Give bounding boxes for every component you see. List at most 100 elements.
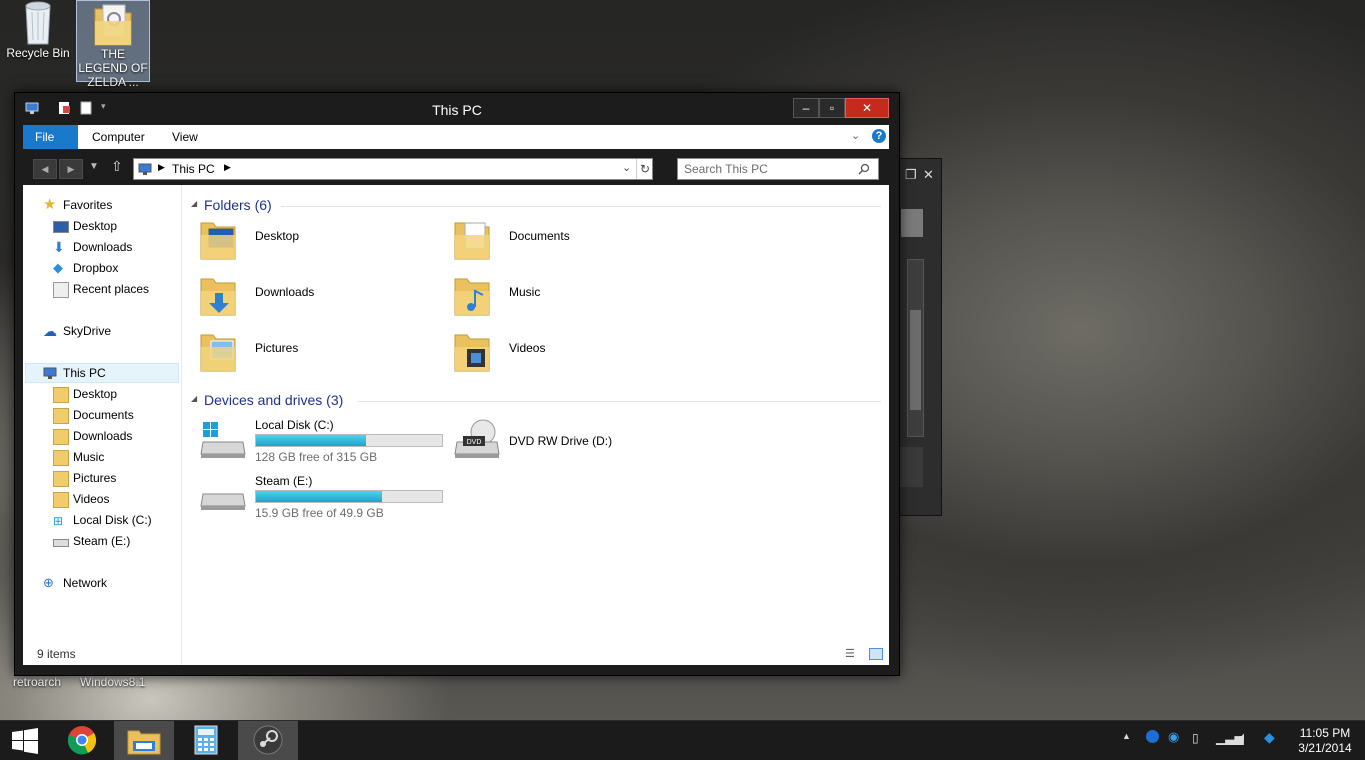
address-bar[interactable]: ▶ This PC ▶ ⌄ ↻ bbox=[133, 158, 653, 180]
start-icon bbox=[12, 728, 38, 754]
network-icon: ⊕ bbox=[43, 575, 54, 590]
tab-computer[interactable]: Computer bbox=[80, 125, 157, 149]
large-icons-view-icon[interactable] bbox=[869, 648, 883, 660]
scrollbar-thumb[interactable] bbox=[910, 310, 921, 410]
tab-file[interactable]: File bbox=[23, 125, 78, 149]
recycle-bin-icon bbox=[25, 1, 51, 45]
tab-view[interactable]: View bbox=[160, 125, 210, 149]
skydrive-icon: ☁ bbox=[43, 323, 57, 339]
show-hidden-icons-icon[interactable]: ▲ bbox=[1122, 731, 1131, 741]
taskbar-file-explorer[interactable] bbox=[114, 721, 174, 760]
recycle-bin-label: Recycle Bin bbox=[6, 46, 70, 60]
desktop-label-retroarch[interactable]: retroarch bbox=[13, 675, 61, 689]
folder-item-downloads[interactable]: Downloads bbox=[199, 269, 439, 319]
breadcrumb-arrow-icon[interactable]: ▶ bbox=[224, 162, 231, 173]
computer-icon bbox=[138, 163, 152, 175]
ribbon: File Computer View ⌄ ? bbox=[23, 125, 889, 149]
close-button[interactable]: ✕ bbox=[845, 98, 889, 118]
minimize-button[interactable]: – bbox=[793, 98, 819, 118]
videos-folder-icon bbox=[454, 334, 490, 372]
collapse-icon[interactable]: ◢ bbox=[191, 199, 197, 208]
background-button[interactable] bbox=[899, 447, 923, 487]
folder-item-music[interactable]: Music bbox=[453, 269, 693, 319]
steam-icon bbox=[253, 725, 283, 755]
drive-item-local-disk[interactable]: Local Disk (C:) 128 GB free of 315 GB bbox=[199, 418, 449, 464]
dropdown-button[interactable] bbox=[901, 209, 923, 237]
breadcrumb-arrow-icon[interactable]: ▶ bbox=[158, 162, 165, 173]
clock[interactable]: 11:05 PM 3/21/2014 bbox=[1290, 726, 1360, 756]
battery-icon[interactable]: ▯ bbox=[1192, 731, 1199, 745]
folder-icon bbox=[53, 408, 69, 424]
zelda-folder-label: THE LEGEND OF ZELDA ... bbox=[78, 47, 148, 89]
folder-icon bbox=[53, 450, 69, 466]
folder-icon bbox=[94, 4, 132, 46]
drive-item-steam[interactable]: Steam (E:) 15.9 GB free of 49.9 GB bbox=[199, 474, 449, 520]
breadcrumb[interactable]: This PC bbox=[172, 162, 215, 176]
drives-group-header[interactable]: Devices and drives (3) bbox=[204, 392, 343, 408]
svg-text:DVD: DVD bbox=[467, 439, 482, 446]
recent-locations-icon[interactable]: ▼ bbox=[89, 161, 99, 172]
downloads-icon: ⬇ bbox=[53, 239, 65, 255]
content-area: ★ Favorites Desktop ⬇ Downloads ◆ Dropbo… bbox=[23, 185, 889, 665]
clock-date: 3/21/2014 bbox=[1298, 741, 1352, 755]
folder-icon bbox=[53, 429, 69, 445]
taskbar-calculator[interactable] bbox=[176, 721, 236, 760]
drive-usage-bar bbox=[255, 490, 443, 503]
pictures-folder-icon bbox=[200, 334, 236, 372]
maximize-icon[interactable]: ❐ bbox=[905, 167, 917, 183]
documents-folder-icon bbox=[454, 222, 490, 260]
collapse-icon[interactable]: ◢ bbox=[191, 394, 197, 403]
folders-group-header[interactable]: Folders (6) bbox=[204, 197, 272, 213]
desktop-icon-zelda-folder[interactable]: THE LEGEND OF ZELDA ... bbox=[76, 0, 150, 89]
drive-usage-fill bbox=[256, 491, 383, 502]
tray-network-app-icon[interactable]: ◉ bbox=[1168, 729, 1179, 745]
folder-item-desktop[interactable]: Desktop bbox=[199, 213, 439, 263]
dvd-drive-icon: DVD bbox=[454, 419, 500, 458]
back-button[interactable]: ◀ bbox=[33, 159, 57, 179]
address-row: ◀ ▶ ▼ ⇧ ▶ This PC ▶ ⌄ ↻ Search This PC bbox=[23, 149, 889, 185]
divider bbox=[281, 206, 881, 207]
volume-icon[interactable]: 🔈︎ bbox=[1240, 729, 1248, 745]
recent-places-icon bbox=[53, 282, 69, 298]
start-button[interactable] bbox=[0, 721, 50, 760]
dropbox-icon: ◆ bbox=[53, 260, 63, 275]
close-icon[interactable]: ✕ bbox=[923, 167, 934, 183]
drive-name: Steam (E:) bbox=[255, 474, 313, 488]
folder-item-pictures[interactable]: Pictures bbox=[199, 325, 439, 375]
folder-icon bbox=[53, 492, 69, 508]
desktop-icon-recycle-bin[interactable]: Recycle Bin bbox=[2, 0, 74, 70]
chrome-icon bbox=[67, 726, 97, 755]
desktop-folder-icon bbox=[200, 222, 236, 260]
help-icon[interactable]: ? bbox=[872, 129, 886, 143]
star-icon: ★ bbox=[43, 196, 57, 213]
drive-name: DVD RW Drive (D:) bbox=[509, 434, 613, 448]
folder-icon bbox=[53, 471, 69, 487]
tray-app-icon[interactable] bbox=[1146, 730, 1159, 743]
address-dropdown-icon[interactable]: ⌄ bbox=[622, 161, 631, 174]
details-view-icon[interactable]: ☰ bbox=[845, 647, 855, 660]
search-icon[interactable] bbox=[858, 163, 870, 175]
hard-drive-icon bbox=[200, 493, 246, 510]
dropbox-icon[interactable]: ◆ bbox=[1264, 729, 1275, 746]
drive-free-space: 15.9 GB free of 49.9 GB bbox=[255, 506, 384, 520]
computer-icon bbox=[43, 367, 57, 379]
search-input[interactable]: Search This PC bbox=[677, 158, 879, 180]
folder-item-documents[interactable]: Documents bbox=[453, 213, 693, 263]
forward-button[interactable]: ▶ bbox=[59, 159, 83, 179]
drive-name: Local Disk (C:) bbox=[255, 418, 334, 432]
taskbar-steam[interactable] bbox=[238, 721, 298, 760]
file-explorer-icon bbox=[127, 730, 161, 755]
taskbar-chrome[interactable] bbox=[52, 721, 112, 760]
up-arrow-icon[interactable]: ⇧ bbox=[111, 158, 123, 175]
scrollbar[interactable] bbox=[907, 259, 924, 437]
maximize-button[interactable]: ▫ bbox=[819, 98, 845, 118]
status-bar-item-count: 9 items bbox=[37, 647, 76, 661]
desktop-label-windows81[interactable]: Windows8.1 bbox=[80, 675, 145, 689]
drive-item-dvd[interactable]: DVD DVD RW Drive (D:) bbox=[453, 418, 703, 464]
ribbon-expand-icon[interactable]: ⌄ bbox=[851, 129, 860, 142]
folder-item-videos[interactable]: Videos bbox=[453, 325, 693, 375]
title-bar[interactable]: ▾ This PC – ▫ ✕ bbox=[15, 93, 899, 125]
calculator-icon bbox=[194, 725, 218, 755]
explorer-window: ▾ This PC – ▫ ✕ File Computer View ⌄ ? ◀… bbox=[14, 92, 900, 676]
refresh-icon[interactable]: ↻ bbox=[636, 159, 653, 179]
